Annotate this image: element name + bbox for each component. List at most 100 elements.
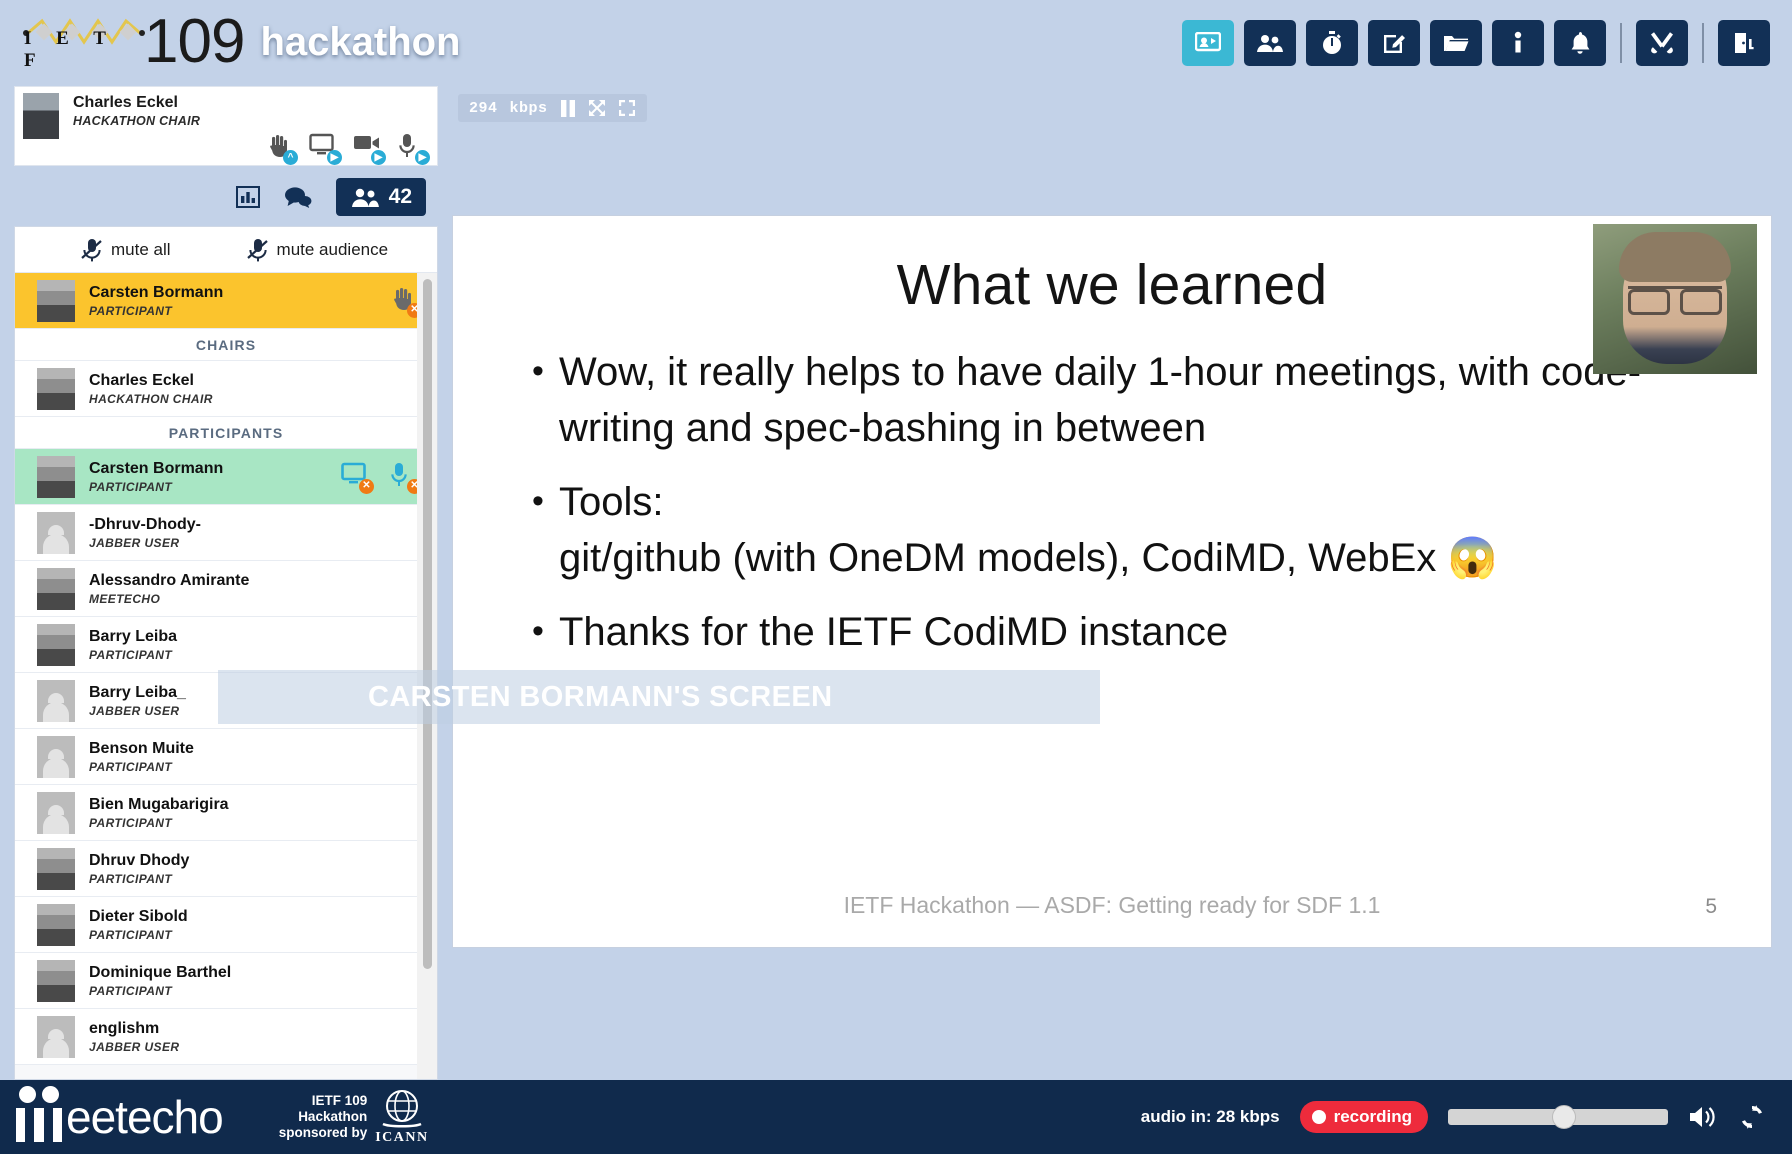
stream-controls: 294 kbps xyxy=(458,94,647,122)
participant-row[interactable]: Benson Muite PARTICIPANT xyxy=(15,729,437,785)
screen-icon[interactable]: ✕ xyxy=(341,462,374,494)
mute-audience-button[interactable]: mute audience xyxy=(246,238,389,262)
webcam-glasses xyxy=(1628,286,1722,315)
participant-avatar xyxy=(37,567,75,610)
recording-badge[interactable]: recording xyxy=(1299,1101,1428,1133)
participant-row[interactable]: Barry Leiba_ JABBER USER xyxy=(15,673,437,729)
participant-actions: ✕ ✕ xyxy=(341,462,422,494)
participant-row[interactable]: Dieter Sibold PARTICIPANT xyxy=(15,897,437,953)
participant-meta: Charles Eckel HACKATHON CHAIR xyxy=(89,372,213,406)
participant-role: PARTICIPANT xyxy=(89,983,173,998)
mute-all-button[interactable]: mute all xyxy=(81,238,171,262)
mute-microphone-icon xyxy=(246,238,268,261)
participant-row[interactable]: Dominique Barthel PARTICIPANT xyxy=(15,953,437,1009)
participant-name: -Dhruv-Dhody- xyxy=(89,515,201,533)
tab-people[interactable]: 42 xyxy=(335,178,426,216)
pinned-participant-row[interactable]: Carsten Bormann PARTICIPANT ✕ xyxy=(15,273,437,329)
bell-icon[interactable] xyxy=(1554,20,1606,66)
participant-avatar xyxy=(37,791,75,834)
participant-role: JABBER USER xyxy=(89,535,180,550)
participant-actions: ✕ xyxy=(389,286,422,318)
recording-dot-icon xyxy=(1311,1110,1326,1124)
meetecho-wordmark: eetecho xyxy=(66,1091,224,1143)
hand-icon[interactable]: ^ xyxy=(265,133,298,165)
bullet-dot-icon: • xyxy=(532,482,544,520)
participant-role: PARTICIPANT xyxy=(89,303,173,318)
participant-meta: Alessandro Amirante MEETECHO xyxy=(89,572,249,606)
volume-slider[interactable] xyxy=(1448,1105,1668,1129)
participant-meta: englishm JABBER USER xyxy=(89,1020,179,1054)
presentation-stage[interactable]: What we learned • Wow, it really helps to… xyxy=(452,215,1772,948)
participant-row[interactable]: englishm JABBER USER xyxy=(15,1009,437,1065)
bullet-text: Thanks for the IETF CodiMD instance xyxy=(559,610,1229,654)
participant-name: Benson Muite xyxy=(89,739,194,757)
sponsor-line-1: IETF 109 xyxy=(311,1093,368,1108)
refresh-icon[interactable] xyxy=(1738,1103,1766,1131)
expand-icon[interactable] xyxy=(588,99,606,117)
presenter-webcam-video[interactable] xyxy=(1593,224,1757,374)
participant-row[interactable]: Charles Eckel HACKATHON CHAIR xyxy=(15,361,437,417)
participants-list[interactable]: Carsten Bormann PARTICIPANT ✕ CHAIRS Charles… xyxy=(15,273,437,1079)
meetecho-logo: eetecho xyxy=(12,1086,224,1143)
screen-icon[interactable]: ▶ xyxy=(309,133,342,165)
participant-role: JABBER USER xyxy=(89,703,180,718)
slide-title: What we learned xyxy=(896,253,1328,317)
mute-audience-label: mute audience xyxy=(276,239,389,259)
participants-icon[interactable] xyxy=(1244,20,1296,66)
folder-icon[interactable] xyxy=(1430,20,1482,66)
presenter-card[interactable]: Charles Eckel HACKATHON CHAIR ^ ▶ ▶ ▶ xyxy=(14,86,438,166)
edit-icon[interactable] xyxy=(1368,20,1420,66)
mute-all-label: mute all xyxy=(111,239,171,259)
presenter-role: HACKATHON CHAIR xyxy=(73,114,201,128)
participant-meta: Barry Leiba PARTICIPANT xyxy=(89,628,177,662)
participant-meta: Bien Mugabarigira PARTICIPANT xyxy=(89,796,229,830)
participant-row[interactable]: Bien Mugabarigira PARTICIPANT xyxy=(15,785,437,841)
share-screen-icon[interactable] xyxy=(1182,20,1234,66)
chat-icon xyxy=(284,187,312,208)
participant-meta: Carsten Bormann PARTICIPANT xyxy=(89,284,223,318)
participant-role: JABBER USER xyxy=(89,1039,180,1054)
participant-row[interactable]: Carsten Bormann PARTICIPANT ✕ ✕ xyxy=(15,449,437,505)
bullet-dot-icon: • xyxy=(532,352,544,390)
participant-meta: Benson Muite PARTICIPANT xyxy=(89,740,194,774)
participant-role: PARTICIPANT xyxy=(89,647,173,662)
volume-slider-knob[interactable] xyxy=(1552,1105,1576,1129)
participant-avatar xyxy=(37,279,75,322)
stream-bitrate: 294 xyxy=(469,99,498,117)
tools-icon[interactable] xyxy=(1636,20,1688,66)
slide-page-number: 5 xyxy=(1705,895,1717,918)
tab-stats[interactable] xyxy=(235,186,260,208)
panel-tabs: 42 xyxy=(14,172,438,222)
participant-avatar xyxy=(37,367,75,410)
participant-meta: Carsten Bormann PARTICIPANT xyxy=(89,460,223,494)
slide-bullet: • Tools: git/github (with OneDM models), C… xyxy=(517,474,1725,586)
speaker-icon[interactable] xyxy=(1688,1104,1718,1130)
exit-icon[interactable] xyxy=(1718,20,1770,66)
timer-icon[interactable] xyxy=(1306,20,1358,66)
participant-row[interactable]: Barry Leiba PARTICIPANT xyxy=(15,617,437,673)
hand-icon[interactable]: ✕ xyxy=(389,286,422,318)
participant-avatar xyxy=(37,903,75,946)
participant-name: Dhruv Dhody xyxy=(89,851,190,869)
participant-name: Carsten Bormann xyxy=(89,459,224,477)
participant-row[interactable]: -Dhruv-Dhody- JABBER USER xyxy=(15,505,437,561)
slide: What we learned • Wow, it really helps to… xyxy=(453,216,1771,947)
participant-name: Carsten Bormann xyxy=(89,283,224,301)
pause-icon[interactable] xyxy=(560,99,576,117)
participants-scrollbar-thumb[interactable] xyxy=(423,279,432,969)
participant-row[interactable]: Alessandro Amirante MEETECHO xyxy=(15,561,437,617)
fullscreen-icon[interactable] xyxy=(618,99,636,117)
info-icon[interactable] xyxy=(1492,20,1544,66)
participant-row[interactable]: Dhruv Dhody PARTICIPANT xyxy=(15,841,437,897)
participant-name: Bien Mugabarigira xyxy=(89,795,229,813)
slide-bullets: • Wow, it really helps to have daily 1-ho… xyxy=(499,344,1725,660)
participant-role: PARTICIPANT xyxy=(89,927,173,942)
microphone-icon[interactable]: ✕ xyxy=(389,462,422,494)
tab-chat[interactable] xyxy=(284,186,312,208)
people-count: 42 xyxy=(388,185,412,208)
footer-controls: audio in: 28 kbps recording xyxy=(1141,1101,1792,1133)
participant-avatar xyxy=(37,959,75,1002)
camera-icon[interactable]: ▶ xyxy=(353,133,386,165)
header-toolbar xyxy=(1182,20,1770,66)
microphone-icon[interactable]: ▶ xyxy=(397,133,430,165)
